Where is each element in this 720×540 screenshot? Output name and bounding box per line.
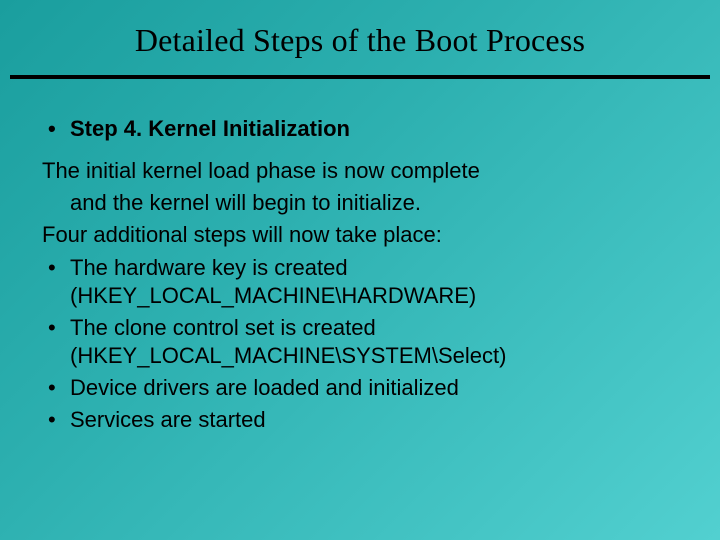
list-item: The clone control set is created (HKEY_L… bbox=[42, 314, 678, 370]
list-item: Device drivers are loaded and initialize… bbox=[42, 374, 678, 402]
bullet-line-2: (HKEY_LOCAL_MACHINE\HARDWARE) bbox=[70, 282, 678, 310]
step-heading: Step 4. Kernel Initialization bbox=[42, 115, 678, 143]
paragraph-line-2: Four additional steps will now take plac… bbox=[42, 221, 678, 249]
paragraph-line-1b: and the kernel will begin to initialize. bbox=[42, 189, 678, 217]
slide: Detailed Steps of the Boot Process Step … bbox=[0, 0, 720, 540]
slide-title: Detailed Steps of the Boot Process bbox=[0, 0, 720, 75]
bullet-list: The hardware key is created (HKEY_LOCAL_… bbox=[42, 254, 678, 435]
list-item: The hardware key is created (HKEY_LOCAL_… bbox=[42, 254, 678, 310]
bullet-line-1: Services are started bbox=[70, 407, 266, 432]
bullet-line-1: The clone control set is created bbox=[70, 315, 376, 340]
slide-content: Step 4. Kernel Initialization The initia… bbox=[0, 79, 720, 435]
bullet-line-1: Device drivers are loaded and initialize… bbox=[70, 375, 459, 400]
bullet-line-2: (HKEY_LOCAL_MACHINE\SYSTEM\Select) bbox=[70, 342, 678, 370]
paragraph-line-1: The initial kernel load phase is now com… bbox=[42, 157, 678, 185]
list-item: Services are started bbox=[42, 406, 678, 434]
bullet-line-1: The hardware key is created bbox=[70, 255, 348, 280]
